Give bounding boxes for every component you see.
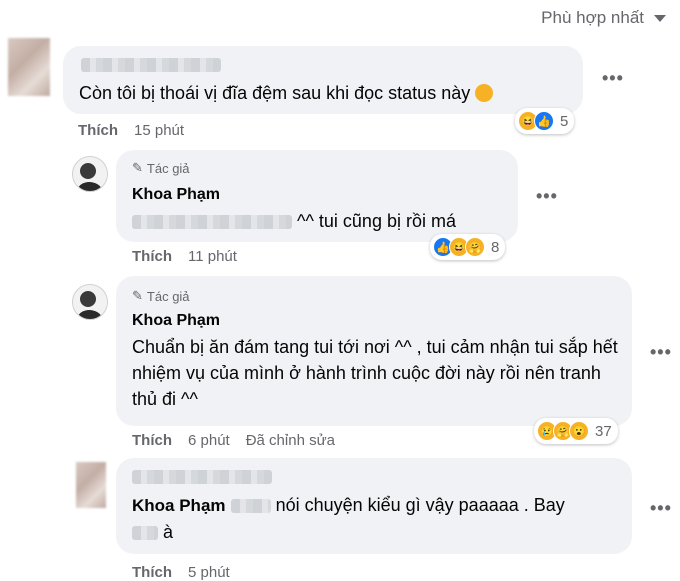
pencil-icon: ✎ [132, 288, 143, 303]
comment-text-content: ^^ tui cũng bị rồi má [297, 211, 456, 231]
edited-label[interactable]: Đã chỉnh sửa [246, 432, 335, 449]
blurred-text [132, 526, 158, 541]
like-icon: 👍 [534, 111, 554, 131]
reactions-summary[interactable]: 👍 😆 🤗 8 [430, 234, 506, 260]
caret-down-icon [654, 14, 666, 22]
author-badge: ✎ Tác giả [132, 288, 190, 304]
timestamp[interactable]: 15 phút [134, 122, 184, 139]
author-name[interactable]: Khoa Phạm [132, 186, 220, 204]
author-badge: ✎ Tác giả [132, 160, 190, 176]
author-badge-label: Tác giả [146, 160, 190, 176]
avatar[interactable] [8, 38, 50, 96]
like-button[interactable]: Thích [132, 564, 172, 581]
timestamp[interactable]: 5 phút [188, 564, 230, 581]
more-options-icon[interactable]: ••• [602, 68, 624, 89]
comment-text: ^^ tui cũng bị rồi má [132, 208, 456, 234]
comment-bubble: Còn tôi bị thoái vị đĩa đệm sau khi đọc … [63, 46, 583, 114]
sort-dropdown[interactable]: Phù hợp nhất [541, 8, 666, 28]
comment-text-content: à [163, 522, 174, 542]
more-options-icon[interactable]: ••• [650, 498, 672, 519]
like-button[interactable]: Thích [132, 248, 172, 265]
mentioned-user[interactable]: Khoa Phạm [132, 496, 226, 515]
comment-bubble: ✎ Tác giả Khoa Phạm ^^ tui cũng bị rồi m… [116, 150, 518, 242]
avatar-image [73, 285, 107, 319]
author-name-blurred[interactable] [81, 56, 221, 74]
comment-actions: Thích 11 phút [132, 248, 237, 265]
reaction-count: 37 [595, 422, 612, 440]
avatar[interactable] [76, 462, 106, 508]
comment-text: Còn tôi bị thoái vị đĩa đệm sau khi đọc … [79, 80, 494, 106]
avatar-image [73, 157, 107, 191]
author-name[interactable]: Khoa Phạm [132, 312, 220, 330]
comment-bubble: ✎ Tác giả Khoa Phạm Chuẩn bị ăn đám tang… [116, 276, 632, 426]
comment-actions: Thích 15 phút [78, 122, 184, 139]
timestamp[interactable]: 11 phút [188, 248, 237, 265]
comment-text: Chuẩn bị ăn đám tang tui tới nơi ^^ , tu… [132, 337, 618, 409]
more-options-icon[interactable]: ••• [536, 186, 558, 207]
reactions-summary[interactable]: 😢 🤗 😮 37 [534, 418, 618, 444]
wow-icon: 😮 [569, 421, 589, 441]
reactions-summary[interactable]: 😆 👍 5 [515, 108, 575, 134]
comment-actions: Thích 5 phút [132, 564, 230, 581]
laughing-emoji-icon [475, 84, 494, 102]
like-button[interactable]: Thích [78, 122, 118, 139]
blurred-text [230, 499, 271, 514]
more-options-icon[interactable]: ••• [650, 342, 672, 363]
avatar[interactable] [72, 284, 108, 320]
comment-bubble: Khoa Phạm nói chuyện kiểu gì vậy paaaaa … [116, 458, 632, 554]
comment-text-content: Còn tôi bị thoái vị đĩa đệm sau khi đọc … [79, 83, 471, 103]
comment-text-content: nói chuyện kiểu gì vậy paaaaa . Bay [275, 495, 565, 515]
comment-actions: Thích 6 phút Đã chỉnh sửa [132, 432, 335, 449]
author-badge-label: Tác giả [146, 288, 190, 304]
care-icon: 🤗 [465, 237, 485, 257]
pencil-icon: ✎ [132, 160, 143, 175]
avatar[interactable] [72, 156, 108, 192]
reaction-count: 5 [560, 112, 569, 130]
blurred-text [132, 215, 292, 230]
comment-text: Khoa Phạm nói chuyện kiểu gì vậy paaaaa … [132, 492, 622, 545]
like-button[interactable]: Thích [132, 432, 172, 449]
sort-label: Phù hợp nhất [541, 8, 644, 27]
reaction-count: 8 [491, 238, 500, 256]
author-name-blurred[interactable] [132, 468, 272, 486]
timestamp[interactable]: 6 phút [188, 432, 230, 449]
